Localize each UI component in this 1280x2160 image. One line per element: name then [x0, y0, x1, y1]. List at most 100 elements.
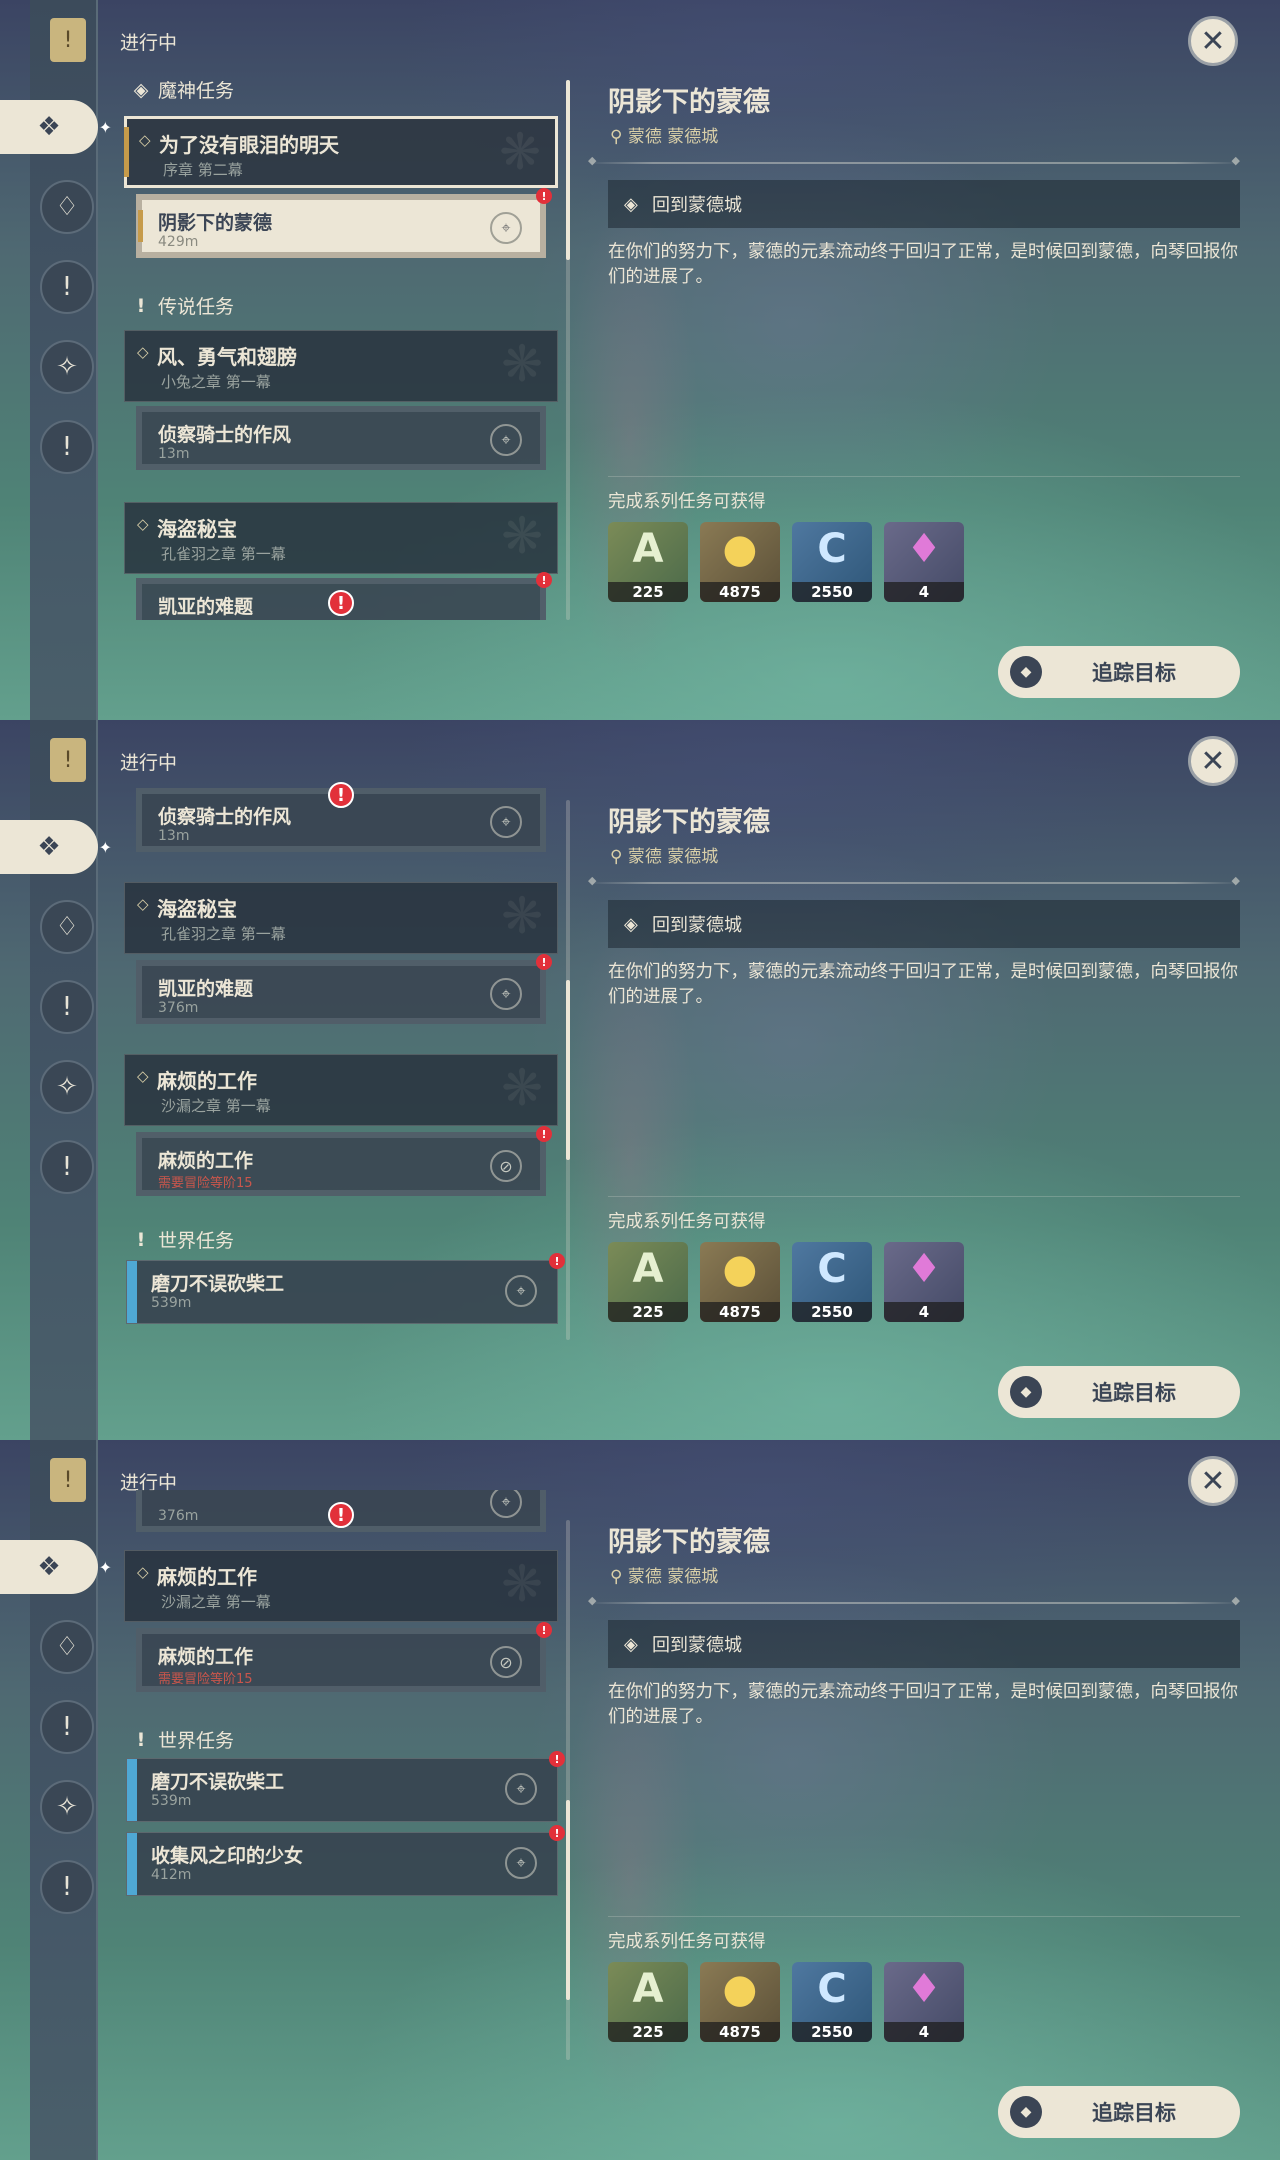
chapter-diamond-icon: ◇	[137, 895, 149, 913]
quest-book-icon[interactable]: !	[50, 1458, 86, 1502]
tab-all-quests[interactable]: ❖ ✦	[0, 1540, 112, 1594]
track-target-button[interactable]: ◆ 追踪目标	[998, 1366, 1240, 1418]
reward-item[interactable]: ● 4875	[700, 1962, 780, 2042]
tab-commissions[interactable]: ✧	[40, 1780, 94, 1834]
reward-item[interactable]: ● 4875	[700, 522, 780, 602]
quest-list[interactable]: ◈ 魔神任务 ◇ 为了没有眼泪的明天 序章 第二幕 ❋ 阴影下的蒙德 429m ⌖…	[120, 60, 570, 620]
rewards-label: 完成系列任务可获得	[608, 1932, 766, 1952]
chapter-item[interactable]: ◇ 风、勇气和翅膀 小兔之章 第一幕 ❋	[124, 330, 558, 402]
tab-archon-quests[interactable]: ♢	[40, 1620, 94, 1674]
location-pin-icon[interactable]: ⌖	[490, 1490, 522, 1518]
story-icon: !	[136, 294, 146, 317]
chapter-diamond-icon: ◇	[137, 1067, 149, 1085]
track-target-button[interactable]: ◆ 追踪目标	[998, 646, 1240, 698]
close-button[interactable]: ✕	[1188, 736, 1238, 786]
tab-commissions[interactable]: ✧	[40, 340, 94, 394]
reward-item[interactable]: A 225	[608, 1242, 688, 1322]
location-pin-icon[interactable]: ⌖	[490, 978, 522, 1010]
location-pin-icon[interactable]: ⌖	[490, 424, 522, 456]
tab-world-quests[interactable]: !	[40, 1860, 94, 1914]
chapter-item[interactable]: ◇ 麻烦的工作 沙漏之章 第一幕 ❋	[124, 1550, 558, 1622]
tab-archon-quests[interactable]: ♢	[40, 900, 94, 954]
objective-label: 回到蒙德城	[652, 195, 742, 216]
quest-panel-2: ! ❖ ✦ ♢ ! ✧ ! 进行中 ✕ 侦察骑士的作风 13m ⌖ ◇ 海盗秘宝 …	[0, 720, 1280, 1440]
reward-item[interactable]: ● 4875	[700, 1242, 780, 1322]
crystal-icon: ♦	[906, 526, 942, 572]
close-icon: ✕	[1200, 1463, 1226, 1499]
tab-all-quests[interactable]: ❖ ✦	[0, 820, 112, 874]
chapter-item[interactable]: ◇ 海盗秘宝 孔雀羽之章 第一幕 ❋	[124, 502, 558, 574]
objective-diamond-icon: ◈	[624, 1633, 638, 1655]
tab-all-quests[interactable]: ❖ ✦	[0, 100, 112, 154]
quest-item[interactable]: 凯亚的难题 376m ⌖ !	[136, 954, 552, 1024]
location-pin-icon[interactable]: ⌖	[505, 1275, 537, 1307]
rewards-list: A 225 ● 4875 C 2550 ♦ 4	[608, 1242, 964, 1322]
quest-item[interactable]: 麻烦的工作 需要冒险等阶15 ⊘ !	[136, 1622, 552, 1692]
world-quest-item[interactable]: 磨刀不误砍柴工 539m ⌖ !	[126, 1751, 565, 1822]
close-icon: ✕	[1200, 23, 1226, 59]
reward-item[interactable]: ♦ 4	[884, 522, 964, 602]
reward-item[interactable]: C 2550	[792, 1962, 872, 2042]
world-quest-item[interactable]: 磨刀不误砍柴工 539m ⌖ !	[126, 1253, 565, 1324]
quest-title: 凯亚的难题	[158, 596, 254, 618]
chapter-title: 麻烦的工作	[157, 1069, 257, 1093]
scrollbar-thumb[interactable]	[566, 1800, 570, 2000]
tab-story-quests[interactable]: !	[40, 980, 94, 1034]
quest-title: 磨刀不误砍柴工	[151, 1771, 285, 1793]
close-button[interactable]: ✕	[1188, 16, 1238, 66]
objective-diamond-icon: ◈	[624, 913, 638, 935]
reward-item[interactable]: C 2550	[792, 522, 872, 602]
tab-world-quests[interactable]: !	[40, 420, 94, 474]
location-pin-icon[interactable]: ⌖	[505, 1847, 537, 1879]
character-exp-icon: C	[817, 526, 847, 572]
quest-location: ⚲ 蒙德 蒙德城	[610, 1562, 718, 1587]
quest-item[interactable]: 侦察骑士的作风 13m ⌖	[136, 406, 546, 470]
location-pin-icon[interactable]: ⌖	[505, 1773, 537, 1805]
alert-icon: !	[536, 1622, 552, 1638]
crystal-icon: ♦	[906, 1246, 942, 1292]
reward-item[interactable]: C 2550	[792, 1242, 872, 1322]
quest-book-icon[interactable]: !	[50, 18, 86, 62]
category-label: 魔神任务	[158, 80, 235, 102]
chapter-item[interactable]: ◇ 为了没有眼泪的明天 序章 第二幕 ❋	[124, 116, 558, 188]
location-pin-icon[interactable]: ⌖	[490, 806, 522, 838]
close-button[interactable]: ✕	[1188, 1456, 1238, 1506]
track-target-button[interactable]: ◆ 追踪目标	[998, 2086, 1240, 2138]
reward-item[interactable]: ♦ 4	[884, 1962, 964, 2042]
quest-distance: 412m	[151, 1867, 192, 1883]
tab-commissions[interactable]: ✧	[40, 1060, 94, 1114]
world-icon: !	[136, 1728, 146, 1751]
world-quest-item[interactable]: 收集风之印的少女 412m ⌖ !	[126, 1825, 565, 1896]
tab-world-quests[interactable]: !	[40, 1140, 94, 1194]
tab-story-quests[interactable]: !	[40, 260, 94, 314]
location-pin-icon[interactable]: ⌖	[490, 212, 522, 244]
chapter-emblem-icon: ❋	[501, 1555, 543, 1613]
category-archon: ◈ 魔神任务	[132, 76, 234, 103]
objective-row: ◈ 回到蒙德城	[608, 900, 1240, 948]
reward-item[interactable]: ♦ 4	[884, 1242, 964, 1322]
chapter-item[interactable]: ◇ 麻烦的工作 沙漏之章 第一幕 ❋	[124, 1054, 558, 1126]
objective-label: 回到蒙德城	[652, 1635, 742, 1656]
chapter-item[interactable]: ◇ 海盗秘宝 孔雀羽之章 第一幕 ❋	[124, 882, 558, 954]
quest-panel-1: ! ❖ ✦ ♢ ! ✧ ! 进行中 ✕ ◈ 魔神任务 ◇ 为了没有眼泪的明天 序章 …	[0, 0, 1280, 720]
scrollbar-thumb[interactable]	[566, 980, 570, 1160]
quest-title: 侦察骑士的作风	[158, 424, 292, 446]
quest-item[interactable]: 麻烦的工作 需要冒险等阶15 ⊘ !	[136, 1126, 552, 1196]
scrollbar-thumb[interactable]	[566, 80, 570, 260]
tab-story-quests[interactable]: !	[40, 1700, 94, 1754]
quest-book-icon[interactable]: !	[50, 738, 86, 782]
alert-icon: !	[549, 1751, 565, 1767]
quest-title: 磨刀不误砍柴工	[151, 1273, 285, 1295]
quest-list[interactable]: 376m ⌖ ◇ 麻烦的工作 沙漏之章 第一幕 ❋ 麻烦的工作 需要冒险等阶15…	[120, 1490, 570, 2060]
reward-item[interactable]: A 225	[608, 1962, 688, 2042]
objective-diamond-icon: ◈	[624, 193, 638, 215]
alert-icon: !	[536, 572, 552, 588]
quest-location: ⚲ 蒙德 蒙德城	[610, 842, 718, 867]
quest-item[interactable]: 阴影下的蒙德 429m ⌖ !	[136, 188, 552, 258]
selected-star-icon: ✦	[98, 1557, 112, 1577]
quest-description: 在你们的努力下，蒙德的元素流动终于回归了正常，是时候回到蒙德，向琴回报你们的进展…	[608, 1682, 1238, 1727]
quest-list[interactable]: 侦察骑士的作风 13m ⌖ ◇ 海盗秘宝 孔雀羽之章 第一幕 ❋ 凯亚的难题 3…	[120, 770, 570, 1340]
tab-archon-quests[interactable]: ♢	[40, 180, 94, 234]
reward-item[interactable]: A 225	[608, 522, 688, 602]
locked-icon: ⊘	[490, 1646, 522, 1678]
